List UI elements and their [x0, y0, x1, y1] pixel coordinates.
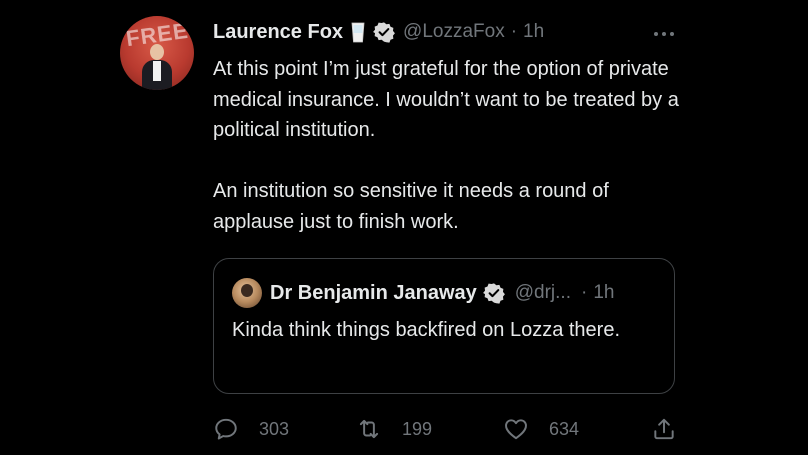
quoted-tweet[interactable]: Dr Benjamin Janaway @drj... · 1h Kinda t…	[213, 258, 675, 394]
tweet-header: Laurence Fox @LozzaFox · 1h	[213, 18, 544, 46]
quoted-tweet-text: Kinda think things backfired on Lozza th…	[232, 319, 621, 341]
retweet-icon	[359, 419, 379, 439]
avatar-person-shirt	[153, 61, 161, 81]
reply-button[interactable]: 303	[213, 414, 289, 444]
verified-icon	[482, 282, 505, 304]
like-button[interactable]: 634	[503, 414, 579, 444]
share-button[interactable]	[651, 414, 677, 444]
cup-icon	[351, 21, 365, 43]
tweet-actions: 303 199 634	[213, 414, 683, 444]
header-separator: ·	[510, 21, 518, 42]
author-display-name[interactable]: Laurence Fox	[213, 21, 343, 44]
tweet-paragraph: At this point I’m just grateful for the …	[213, 58, 679, 141]
tweet-paragraph: An institution so sensitive it needs a r…	[213, 180, 609, 233]
like-count: 634	[549, 418, 580, 439]
tweet-text: At this point I’m just grateful for the …	[213, 54, 683, 237]
author-handle[interactable]: @LozzaFox	[403, 21, 505, 43]
reply-icon	[215, 418, 237, 440]
retweet-button[interactable]: 199	[356, 414, 432, 444]
retweet-count: 199	[402, 418, 433, 439]
quoted-tweet-header: Dr Benjamin Janaway @drj... · 1h	[232, 278, 614, 308]
author-avatar[interactable]: FREE	[120, 16, 194, 90]
reply-count: 303	[259, 418, 290, 439]
quoted-author-handle[interactable]: @drj...	[515, 282, 571, 304]
avatar-person-head	[150, 44, 164, 60]
quoted-tweet-timestamp[interactable]: 1h	[593, 282, 614, 304]
quoted-author-display-name[interactable]: Dr Benjamin Janaway	[270, 282, 477, 305]
verified-icon	[373, 21, 395, 43]
heart-icon	[505, 419, 527, 440]
tweet-timestamp[interactable]: 1h	[523, 21, 544, 43]
tweet[interactable]: FREE Laurence Fox @LozzaFox · 1h At this…	[0, 0, 808, 455]
quoted-author-avatar[interactable]	[232, 278, 262, 308]
share-icon	[654, 418, 674, 440]
quoted-header-separator: ·	[581, 282, 588, 303]
more-options-icon[interactable]	[651, 26, 677, 36]
